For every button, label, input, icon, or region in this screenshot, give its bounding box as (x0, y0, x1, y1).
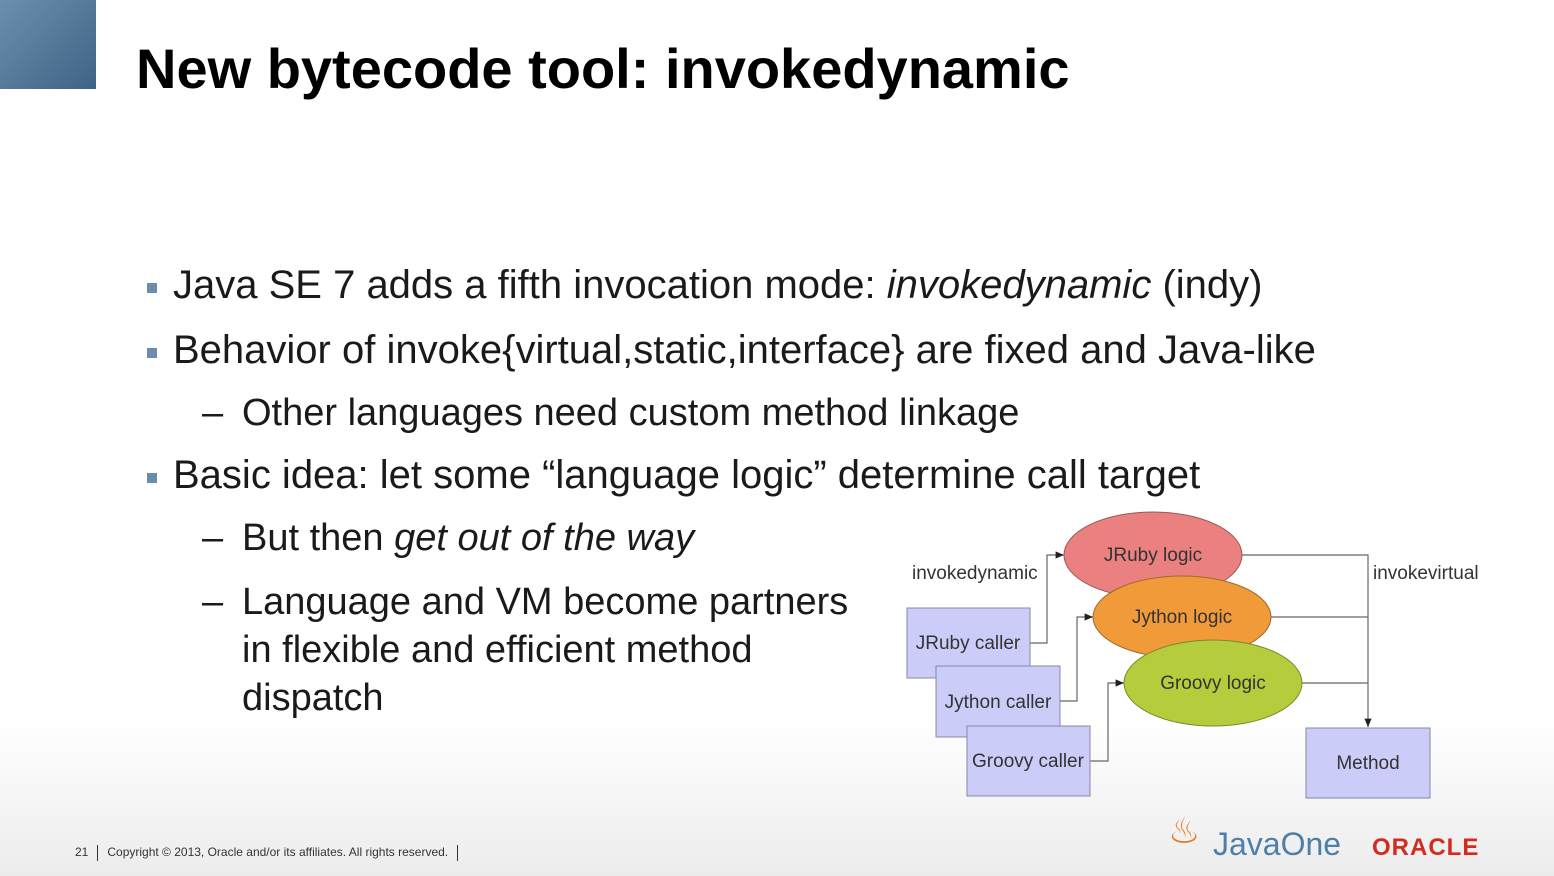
jython-logic-label: Jython logic (1132, 607, 1232, 628)
method-label: Method (1336, 753, 1399, 774)
page-number: 21 (75, 845, 89, 860)
javaone-logo: JavaOne (1213, 826, 1342, 862)
groovy-logic-label: Groovy logic (1160, 673, 1266, 694)
groovy-caller-label: Groovy caller (972, 751, 1085, 772)
arrow-groovy (1090, 679, 1124, 762)
invokevirtual-label: invokevirtual (1373, 563, 1479, 584)
copyright: Copyright © 2013, Oracle and/or its affi… (107, 845, 449, 860)
jruby-caller-label: JRuby caller (916, 633, 1021, 654)
invokedynamic-diagram: invokedynamic invokevirtual JRuby logic … (906, 511, 1479, 799)
jython-caller-label: Jython caller (945, 692, 1052, 713)
java-cup-icon: ♨ (1168, 810, 1201, 851)
invokedynamic-label: invokedynamic (912, 563, 1038, 584)
oracle-logo: ORACLE (1372, 834, 1480, 861)
arrow-jython (1060, 613, 1093, 702)
jruby-logic-label: JRuby logic (1104, 545, 1202, 566)
footer: 21 Copyright © 2013, Oracle and/or its af… (75, 845, 467, 861)
